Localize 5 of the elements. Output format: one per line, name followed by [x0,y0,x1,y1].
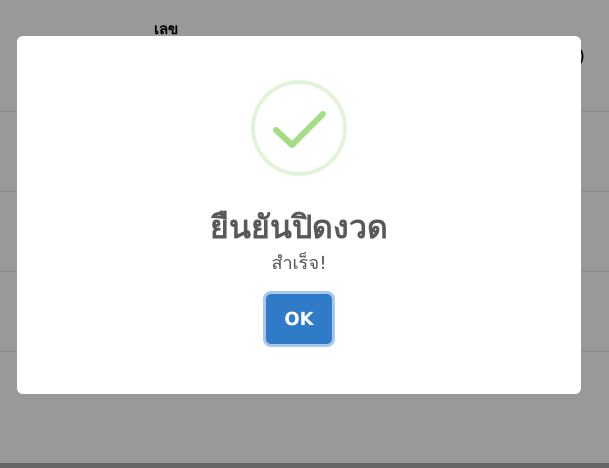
ok-button[interactable]: OK [266,294,332,344]
dialog-title: ยืนยันปิดงวด [210,207,388,247]
column-heading: เลข [154,19,178,40]
check-icon [250,79,348,177]
dialog-message: สำเร็จ! [271,251,327,276]
